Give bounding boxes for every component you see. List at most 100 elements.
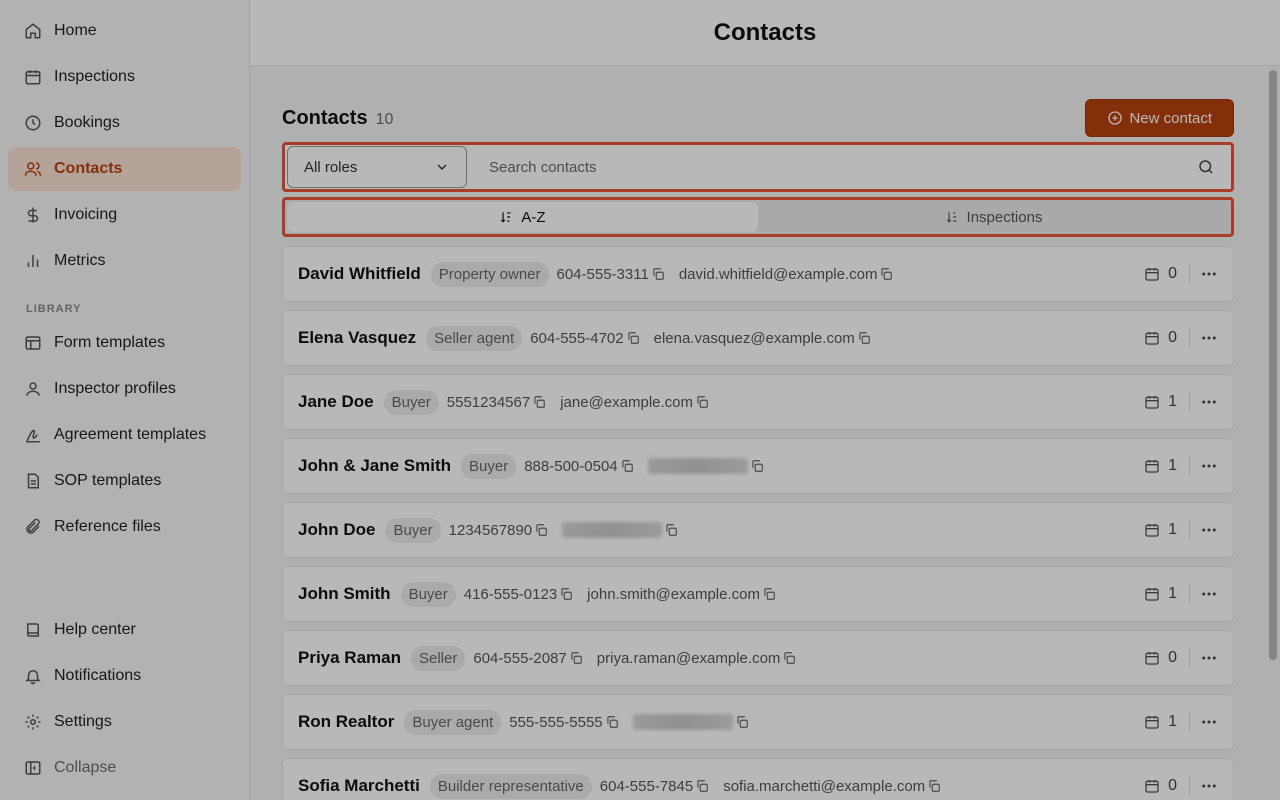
copy-icon[interactable] — [620, 459, 634, 473]
copy-icon[interactable] — [664, 523, 678, 537]
sidebar-item-help-center[interactable]: Help center — [8, 608, 241, 652]
plus-circle-icon — [1107, 110, 1123, 126]
sidebar-item-label: Invoicing — [54, 206, 118, 223]
copy-icon[interactable] — [651, 267, 665, 281]
calendar-icon — [1144, 714, 1160, 730]
sort-az-label: A-Z — [521, 208, 546, 226]
copy-icon[interactable] — [735, 715, 749, 729]
copy-icon[interactable] — [569, 651, 583, 665]
sidebar-item-metrics[interactable]: Metrics — [8, 239, 241, 283]
contacts-count: 10 — [375, 110, 394, 128]
sidebar-item-settings[interactable]: Settings — [8, 700, 241, 744]
sidebar-item-label: Metrics — [54, 252, 106, 269]
contact-name: Priya Raman — [298, 648, 401, 667]
copy-icon[interactable] — [750, 459, 764, 473]
calendar-icon — [1144, 394, 1160, 410]
contact-role-badge: Seller agent — [426, 325, 523, 351]
more-options-icon[interactable] — [1200, 585, 1218, 603]
file-icon — [24, 472, 42, 490]
sidebar-item-label: SOP templates — [54, 472, 162, 489]
search-box — [475, 146, 1229, 188]
new-contact-button[interactable]: New contact — [1085, 99, 1234, 137]
more-options-icon[interactable] — [1200, 329, 1218, 347]
contact-row[interactable]: Sofia Marchetti Builder representative 6… — [282, 758, 1234, 800]
divider — [1189, 521, 1190, 539]
divider — [1189, 393, 1190, 411]
more-options-icon[interactable] — [1200, 265, 1218, 283]
search-input[interactable] — [489, 158, 1197, 176]
copy-icon[interactable] — [605, 715, 619, 729]
copy-icon[interactable] — [626, 331, 640, 345]
scrollbar[interactable] — [1269, 70, 1277, 660]
sidebar-item-home[interactable]: Home — [8, 9, 241, 53]
contact-phone: 555-555-5555 — [509, 713, 603, 731]
contact-email: sofia.marchetti@example.com — [723, 777, 926, 795]
sort-icon — [945, 210, 959, 224]
sidebar-item-label: Settings — [54, 713, 112, 730]
more-options-icon[interactable] — [1200, 649, 1218, 667]
contact-row[interactable]: John Doe Buyer 1234567890 1 — [282, 502, 1234, 558]
inspection-count: 0 — [1168, 777, 1177, 794]
contact-row[interactable]: David Whitfield Property owner 604-555-3… — [282, 246, 1234, 302]
sidebar-item-bookings[interactable]: Bookings — [8, 101, 241, 145]
sidebar-bottom: Help center Notifications Settings Colla… — [0, 608, 249, 800]
calendar-icon — [1144, 330, 1160, 346]
contact-row[interactable]: Ron Realtor Buyer agent 555-555-5555 1 — [282, 694, 1234, 750]
contact-role-badge: Buyer — [385, 517, 441, 543]
calendar-icon — [1144, 778, 1160, 794]
contact-name: John Doe — [298, 520, 376, 539]
contact-role-badge: Builder representative — [429, 773, 592, 799]
contact-role-badge: Buyer — [461, 453, 517, 479]
more-options-icon[interactable] — [1200, 457, 1218, 475]
copy-icon[interactable] — [879, 267, 893, 281]
more-options-icon[interactable] — [1200, 713, 1218, 731]
sidebar-item-label: Help center — [54, 621, 136, 638]
more-options-icon[interactable] — [1200, 393, 1218, 411]
contact-row[interactable]: Jane Doe Buyer 5551234567 jane@example.c… — [282, 374, 1234, 430]
copy-icon[interactable] — [782, 651, 796, 665]
sidebar-item-reference-files[interactable]: Reference files — [8, 505, 241, 549]
search-icon[interactable] — [1197, 158, 1215, 176]
sidebar-item-label: Collapse — [54, 759, 117, 776]
sidebar-item-inspector-profiles[interactable]: Inspector profiles — [8, 367, 241, 411]
copy-icon[interactable] — [762, 587, 776, 601]
sidebar-item-label: Contacts — [54, 160, 123, 177]
inspection-count: 1 — [1168, 585, 1177, 602]
sidebar-item-inspections[interactable]: Inspections — [8, 55, 241, 99]
contacts-content: Contacts 10 New contact All roles Search… — [282, 99, 1234, 800]
contact-list: David Whitfield Property owner 604-555-3… — [282, 246, 1234, 800]
chevron-down-icon — [434, 159, 450, 175]
sidebar-item-collapse[interactable]: Collapse — [8, 746, 241, 790]
calendar-icon — [1144, 458, 1160, 474]
calendar-icon — [1144, 522, 1160, 538]
sort-inspections-option[interactable]: Inspections — [758, 202, 1229, 232]
contact-row[interactable]: Elena Vasquez Seller agent 604-555-4702 … — [282, 310, 1234, 366]
sidebar-item-form-templates[interactable]: Form templates — [8, 321, 241, 365]
contact-row[interactable]: John & Jane Smith Buyer 888-500-0504 1 — [282, 438, 1234, 494]
users-icon — [24, 160, 42, 178]
contact-row[interactable]: Priya Raman Seller 604-555-2087 priya.ra… — [282, 630, 1234, 686]
contact-phone: 888-500-0504 — [524, 457, 618, 475]
copy-icon[interactable] — [695, 395, 709, 409]
copy-icon[interactable] — [532, 395, 546, 409]
sidebar-item-agreement-templates[interactable]: Agreement templates — [8, 413, 241, 457]
divider — [1189, 777, 1190, 795]
sidebar-item-invoicing[interactable]: Invoicing — [8, 193, 241, 237]
role-filter-select[interactable]: All roles — [287, 146, 467, 188]
more-options-icon[interactable] — [1200, 521, 1218, 539]
copy-icon[interactable] — [534, 523, 548, 537]
copy-icon[interactable] — [857, 331, 871, 345]
sidebar-item-notifications[interactable]: Notifications — [8, 654, 241, 698]
more-options-icon[interactable] — [1200, 777, 1218, 795]
copy-icon[interactable] — [559, 587, 573, 601]
sidebar-item-contacts[interactable]: Contacts — [8, 147, 241, 191]
divider — [1189, 457, 1190, 475]
contact-email-redacted — [647, 458, 748, 474]
sidebar-item-label: Notifications — [54, 667, 142, 684]
copy-icon[interactable] — [695, 779, 709, 793]
contact-email-redacted — [632, 714, 733, 730]
sort-az-option[interactable]: A-Z — [287, 202, 758, 232]
sidebar-item-sop-templates[interactable]: SOP templates — [8, 459, 241, 503]
copy-icon[interactable] — [927, 779, 941, 793]
contact-row[interactable]: John Smith Buyer 416-555-0123 john.smith… — [282, 566, 1234, 622]
